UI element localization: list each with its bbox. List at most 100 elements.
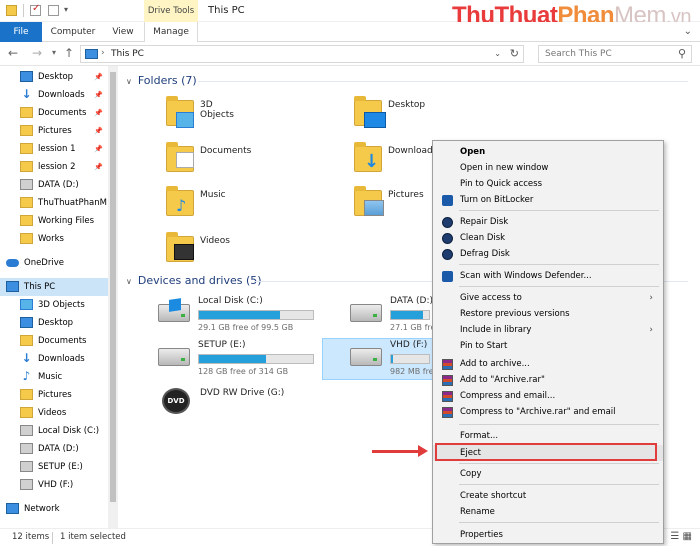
drive-e[interactable]: SETUP (E:) 128 GB free of 314 GB bbox=[158, 340, 318, 380]
sidebar-item-pictures[interactable]: Pictures bbox=[0, 386, 108, 404]
nav-scrollbar[interactable] bbox=[108, 66, 118, 528]
sidebar-item-thuthuatphanm[interactable]: ThuThuatPhanM bbox=[0, 194, 108, 212]
menu-item-compress-rar-email[interactable]: Compress to "Archive.rar" and email bbox=[433, 404, 663, 420]
pin-icon[interactable]: 📌 bbox=[94, 158, 103, 176]
menu-item-add-archive-rar[interactable]: Add to "Archive.rar" bbox=[433, 372, 663, 388]
sidebar-item-desktop[interactable]: Desktop bbox=[0, 314, 108, 332]
sidebar-item-3d-objects[interactable]: 3D Objects bbox=[0, 296, 108, 314]
sidebar-item-data-d[interactable]: DATA (D:) bbox=[0, 440, 108, 458]
menu-item-bitlocker[interactable]: Turn on BitLocker bbox=[433, 192, 663, 208]
selection-count: 1 item selected bbox=[60, 532, 126, 542]
sidebar-item-this-pc[interactable]: This PC bbox=[0, 278, 108, 296]
sidebar-item-working-files[interactable]: Working Files bbox=[0, 212, 108, 230]
collapse-chevron-icon[interactable]: ∨ bbox=[126, 277, 132, 286]
folders-group-header[interactable]: ∨ Folders (7) bbox=[126, 74, 197, 87]
menu-item-pin-start[interactable]: Pin to Start bbox=[433, 338, 663, 354]
disk-tool-icon bbox=[442, 249, 453, 260]
sidebar-item-label: Music bbox=[38, 372, 63, 382]
sidebar-item-network[interactable]: Network bbox=[0, 500, 108, 518]
divider bbox=[52, 532, 53, 544]
menu-item-properties[interactable]: Properties bbox=[433, 527, 663, 543]
drive-c[interactable]: Local Disk (C:) 29.1 GB free of 99.5 GB bbox=[158, 296, 318, 336]
address-bar[interactable]: › This PC ⌄ ↻ bbox=[80, 45, 524, 63]
breadcrumb-this-pc[interactable]: This PC bbox=[111, 49, 144, 59]
sidebar-item-videos[interactable]: Videos bbox=[0, 404, 108, 422]
context-menu: Open Open in new window Pin to Quick acc… bbox=[432, 140, 664, 544]
menu-item-add-archive[interactable]: Add to archive... bbox=[433, 356, 663, 372]
menu-item-open[interactable]: Open bbox=[433, 144, 663, 160]
menu-item-open-new-window[interactable]: Open in new window bbox=[433, 160, 663, 176]
videos-icon bbox=[20, 407, 33, 418]
pin-icon[interactable]: 📌 bbox=[94, 104, 103, 122]
folder-blue-icon bbox=[20, 317, 33, 328]
sidebar-item-local-disk-c[interactable]: Local Disk (C:) bbox=[0, 422, 108, 440]
tab-view[interactable]: View bbox=[108, 22, 138, 42]
menu-item-create-shortcut[interactable]: Create shortcut bbox=[433, 488, 663, 504]
collapse-chevron-icon[interactable]: ∨ bbox=[126, 77, 132, 86]
sidebar-item-label: DATA (D:) bbox=[38, 444, 79, 454]
objects-3d-icon bbox=[176, 112, 194, 128]
documents-icon bbox=[176, 152, 194, 168]
sidebar-item-lession-2[interactable]: lession 2 📌 bbox=[0, 158, 108, 176]
sidebar-item-label: 3D Objects bbox=[38, 300, 85, 310]
menu-item-include-library[interactable]: Include in library › bbox=[433, 322, 663, 338]
up-arrow-icon[interactable]: ↑ bbox=[64, 46, 74, 60]
sidebar-item-documents[interactable]: Documents bbox=[0, 332, 108, 350]
menu-item-restore-versions[interactable]: Restore previous versions bbox=[433, 306, 663, 322]
sidebar-item-desktop[interactable]: Desktop 📌 bbox=[0, 68, 108, 86]
tab-file[interactable]: File bbox=[0, 22, 42, 42]
tab-computer[interactable]: Computer bbox=[50, 22, 96, 42]
pin-icon[interactable]: 📌 bbox=[94, 122, 103, 140]
view-toggle-icon[interactable]: ☰ ▦ bbox=[670, 531, 692, 542]
sidebar-item-vhd-f[interactable]: VHD (F:) bbox=[0, 476, 108, 494]
sidebar-item-documents[interactable]: Documents 📌 bbox=[0, 104, 108, 122]
expand-ribbon-icon[interactable]: ⌄ bbox=[684, 26, 692, 37]
back-arrow-icon[interactable]: ← bbox=[8, 46, 18, 60]
pin-icon[interactable]: 📌 bbox=[94, 140, 103, 158]
menu-item-rename[interactable]: Rename bbox=[433, 504, 663, 520]
tab-manage[interactable]: Manage bbox=[144, 22, 198, 42]
breadcrumb-separator-icon[interactable]: › bbox=[101, 48, 105, 58]
sidebar-item-setup-e[interactable]: SETUP (E:) bbox=[0, 458, 108, 476]
sidebar-item-label: Pictures bbox=[38, 126, 72, 136]
menu-item-defrag-disk[interactable]: Defrag Disk bbox=[433, 246, 663, 262]
sidebar-item-works[interactable]: Works bbox=[0, 230, 108, 248]
sidebar-item-onedrive[interactable]: OneDrive bbox=[0, 254, 108, 272]
sidebar-item-data-d[interactable]: DATA (D:) bbox=[0, 176, 108, 194]
folder-icon[interactable] bbox=[6, 5, 17, 16]
navigation-pane: Desktop 📌 ↓ Downloads 📌 Documents 📌 Pictures 📌 le… bbox=[0, 66, 118, 528]
search-box[interactable]: Search This PC ⚲ bbox=[538, 45, 692, 63]
address-dropdown-icon[interactable]: ⌄ bbox=[494, 49, 501, 58]
drive-icon bbox=[350, 304, 382, 322]
menu-item-repair-disk[interactable]: Repair Disk bbox=[433, 214, 663, 230]
forward-arrow-icon[interactable]: → bbox=[32, 46, 42, 60]
menu-item-give-access[interactable]: Give access to › bbox=[433, 290, 663, 306]
pin-icon[interactable]: 📌 bbox=[94, 86, 103, 104]
sidebar-item-music[interactable]: ♪ Music bbox=[0, 368, 108, 386]
sidebar-item-label: Pictures bbox=[38, 390, 72, 400]
refresh-icon[interactable]: ↻ bbox=[510, 47, 519, 60]
menu-item-pin-quick-access[interactable]: Pin to Quick access bbox=[433, 176, 663, 192]
menu-item-format[interactable]: Format... bbox=[433, 428, 663, 444]
menu-item-copy[interactable]: Copy bbox=[433, 466, 663, 482]
search-input[interactable]: Search This PC bbox=[545, 49, 612, 59]
recent-locations-icon[interactable]: ▾ bbox=[52, 48, 56, 57]
sidebar-item-pictures[interactable]: Pictures 📌 bbox=[0, 122, 108, 140]
drives-group-header[interactable]: ∨ Devices and drives (5) bbox=[126, 274, 262, 287]
eject-highlight-box bbox=[435, 443, 657, 461]
pin-icon[interactable]: 📌 bbox=[94, 68, 103, 86]
properties-icon[interactable] bbox=[30, 3, 41, 16]
item-count: 12 items bbox=[12, 532, 50, 542]
sidebar-item-downloads[interactable]: ↓ Downloads bbox=[0, 350, 108, 368]
folder-label: Videos bbox=[200, 236, 230, 246]
sidebar-item-lession-1[interactable]: lession 1 📌 bbox=[0, 140, 108, 158]
menu-item-compress-email[interactable]: Compress and email... bbox=[433, 388, 663, 404]
divider bbox=[459, 424, 659, 425]
menu-item-clean-disk[interactable]: Clean Disk bbox=[433, 230, 663, 246]
menu-item-scan-defender[interactable]: Scan with Windows Defender... bbox=[433, 268, 663, 284]
nav-scrollbar-thumb[interactable] bbox=[110, 72, 116, 502]
sidebar-item-downloads[interactable]: ↓ Downloads 📌 bbox=[0, 86, 108, 104]
new-folder-icon[interactable] bbox=[48, 5, 59, 16]
customize-toolbar-icon[interactable]: ▾ bbox=[64, 5, 68, 14]
drive-g[interactable]: DVD DVD RW Drive (G:) bbox=[160, 388, 320, 428]
